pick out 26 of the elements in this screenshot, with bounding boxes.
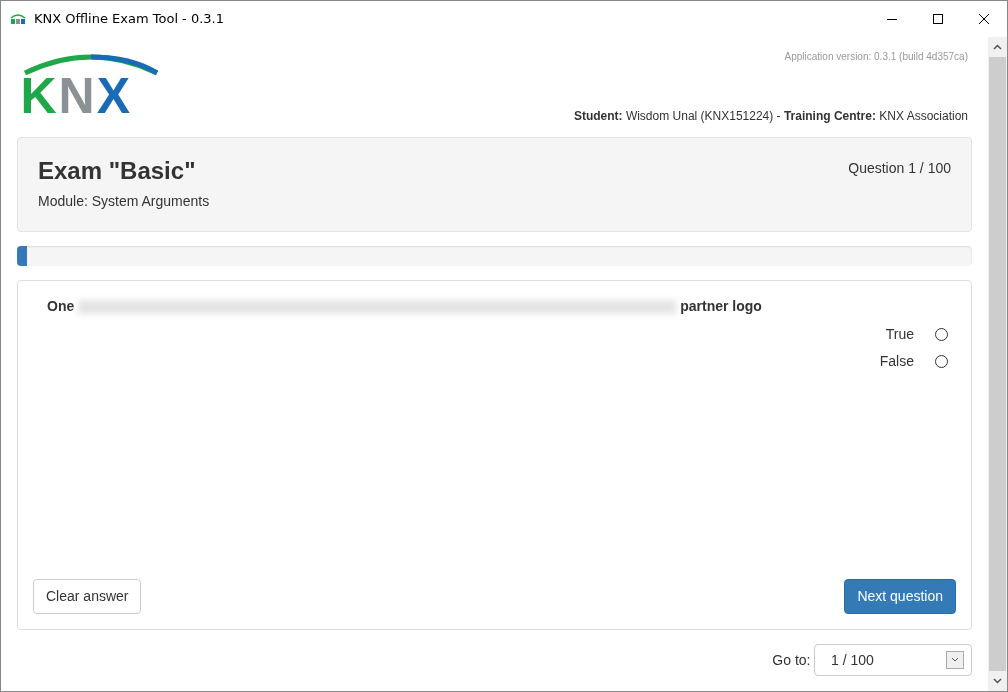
- minimize-icon: [887, 18, 897, 20]
- close-icon: [979, 14, 989, 24]
- logo-letter: N: [58, 68, 97, 124]
- question-select[interactable]: 1 / 100: [814, 644, 972, 676]
- goto-label: Go to:: [772, 650, 811, 670]
- option-label: True: [885, 325, 914, 344]
- window-title: KNX Offline Exam Tool - 0.3.1: [34, 10, 225, 29]
- next-question-button[interactable]: Next question: [844, 579, 956, 614]
- student-info-text: Student: Wisdom Unal (KNX151224) - Training Centre: KNX Association: [573, 108, 968, 125]
- app-version-text: Application version: 0.3.1 (build 4d357ca): [784, 50, 968, 64]
- maximize-icon: [933, 14, 943, 24]
- clear-answer-button[interactable]: Clear answer: [33, 579, 142, 614]
- scroll-up-icon: [993, 44, 1002, 50]
- dropdown-icon: [946, 651, 964, 669]
- option-label: False: [879, 352, 914, 371]
- select-value: 1 / 100: [831, 650, 875, 670]
- module-text: Module: System Arguments: [38, 192, 210, 212]
- app-icon: [9, 13, 27, 25]
- question-counter: Question 1 / 100: [848, 159, 951, 178]
- logo-letter: K: [20, 68, 59, 124]
- scrollbar[interactable]: [988, 37, 1007, 691]
- exam-title: Exam "Basic": [38, 158, 197, 185]
- question-text: One: [47, 297, 75, 316]
- question-text: partner logo: [680, 297, 762, 316]
- logo-letter: X: [96, 68, 133, 124]
- scroll-down-icon: [993, 678, 1002, 684]
